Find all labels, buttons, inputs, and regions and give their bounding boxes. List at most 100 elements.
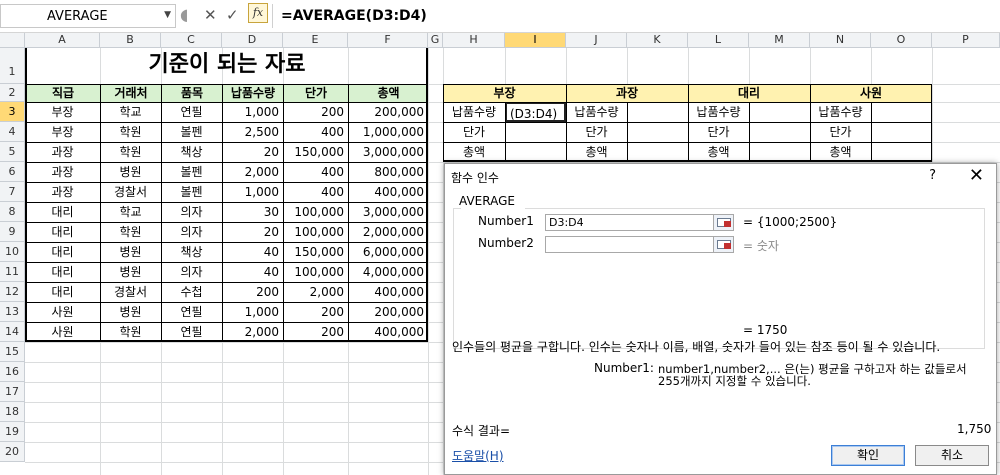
collapse-dialog-number2-button[interactable] [713, 236, 734, 253]
table-cell[interactable]: 부장 [25, 122, 100, 142]
table-cell[interactable]: 150,000 [283, 142, 348, 162]
table-cell[interactable]: 병원 [100, 242, 161, 262]
summary-group-header[interactable]: 대리 [688, 84, 810, 102]
table-header-cell[interactable]: 품목 [162, 85, 222, 102]
row-header-14[interactable]: 14 [0, 322, 25, 342]
row-header-7[interactable]: 7 [0, 182, 25, 202]
table-cell[interactable]: 대리 [25, 222, 100, 242]
table-cell[interactable]: 병원 [100, 302, 161, 322]
table-cell[interactable]: 부장 [25, 102, 100, 122]
table-cell[interactable]: 대리 [25, 242, 100, 262]
summary-row-label[interactable]: 단가 [443, 122, 505, 142]
row-header-15[interactable]: 15 [0, 342, 25, 362]
close-icon[interactable]: ✕ [969, 165, 984, 186]
row-header-8[interactable]: 8 [0, 202, 25, 222]
table-cell[interactable]: 학교 [100, 102, 161, 122]
table-cell[interactable]: 의자 [161, 262, 222, 282]
summary-row-label[interactable]: 총액 [443, 142, 505, 162]
summary-row-label[interactable]: 총액 [688, 142, 749, 162]
table-cell[interactable]: 사원 [25, 302, 100, 322]
table-cell[interactable]: 400 [283, 122, 348, 142]
table-cell[interactable]: 병원 [100, 262, 161, 282]
table-cell[interactable]: 연필 [161, 302, 222, 322]
table-header-cell[interactable]: 총액 [349, 85, 428, 102]
row-header-5[interactable]: 5 [0, 142, 25, 162]
table-cell[interactable]: 학원 [100, 322, 161, 342]
table-cell[interactable]: 1,000 [222, 102, 283, 122]
summary-row-label[interactable]: 단가 [566, 122, 627, 142]
table-cell[interactable]: 수첩 [161, 282, 222, 302]
table-cell[interactable]: 20 [222, 222, 283, 242]
table-cell[interactable]: 병원 [100, 162, 161, 182]
help-icon[interactable]: ? [929, 168, 936, 183]
summary-row-label[interactable]: 단가 [688, 122, 749, 142]
summary-row-label[interactable]: 납품수량 [566, 102, 627, 122]
table-cell[interactable]: 볼펜 [161, 122, 222, 142]
formula-input[interactable]: =AVERAGE(D3:D4) [272, 4, 1000, 28]
table-cell[interactable]: 150,000 [283, 242, 348, 262]
row-header-18[interactable]: 18 [0, 402, 25, 422]
column-header-a[interactable]: A [25, 33, 100, 48]
column-header-e[interactable]: E [283, 33, 348, 48]
column-header-m[interactable]: M [749, 33, 810, 48]
table-cell[interactable]: 200 [222, 282, 283, 302]
summary-group-header[interactable]: 과장 [566, 84, 688, 102]
table-cell[interactable]: 400,000 [348, 282, 428, 302]
table-cell[interactable]: 200,000 [348, 102, 428, 122]
select-all-corner[interactable] [0, 33, 25, 48]
column-header-c[interactable]: C [161, 33, 222, 48]
column-header-g[interactable]: G [428, 33, 443, 48]
table-cell[interactable]: 연필 [161, 322, 222, 342]
table-cell[interactable]: 2,500 [222, 122, 283, 142]
number2-input[interactable] [545, 236, 721, 253]
row-header-20[interactable]: 20 [0, 442, 25, 462]
column-header-h[interactable]: H [443, 33, 505, 48]
table-cell[interactable]: 400 [283, 162, 348, 182]
row-header-9[interactable]: 9 [0, 222, 25, 242]
table-cell[interactable]: 2,000 [222, 322, 283, 342]
table-header-cell[interactable]: 직급 [26, 85, 100, 102]
table-cell[interactable]: 사원 [25, 322, 100, 342]
row-header-12[interactable]: 12 [0, 282, 25, 302]
column-header-l[interactable]: L [688, 33, 749, 48]
row-header-4[interactable]: 4 [0, 122, 25, 142]
table-cell[interactable]: 4,000,000 [348, 262, 428, 282]
row-header-10[interactable]: 10 [0, 242, 25, 262]
table-cell[interactable]: 2,000 [222, 162, 283, 182]
table-header-cell[interactable]: 납품수량 [223, 85, 283, 102]
summary-row-label[interactable]: 납품수량 [688, 102, 749, 122]
column-header-f[interactable]: F [348, 33, 428, 48]
sheet-title[interactable]: 기준이 되는 자료 [26, 49, 428, 81]
table-cell[interactable]: 학원 [100, 142, 161, 162]
table-cell[interactable]: 책상 [161, 242, 222, 262]
table-cell[interactable]: 100,000 [283, 262, 348, 282]
summary-row-label[interactable]: 총액 [810, 142, 871, 162]
name-box[interactable]: AVERAGE ▼ [0, 4, 176, 28]
table-cell[interactable]: 200 [283, 102, 348, 122]
table-cell[interactable]: 과장 [25, 182, 100, 202]
column-header-j[interactable]: J [566, 33, 627, 48]
row-header-16[interactable]: 16 [0, 362, 25, 382]
enter-icon[interactable]: ✓ [226, 6, 239, 24]
row-header-13[interactable]: 13 [0, 302, 25, 322]
table-cell[interactable]: 40 [222, 242, 283, 262]
column-header-d[interactable]: D [222, 33, 283, 48]
table-cell[interactable]: 400 [283, 182, 348, 202]
summary-row-label[interactable]: 총액 [566, 142, 627, 162]
table-cell[interactable]: 200 [283, 322, 348, 342]
table-cell[interactable]: 의자 [161, 202, 222, 222]
number1-input[interactable]: D3:D4 [545, 214, 721, 231]
column-header-n[interactable]: N [810, 33, 871, 48]
summary-group-header[interactable]: 부장 [443, 84, 566, 102]
table-cell[interactable]: 20 [222, 142, 283, 162]
summary-group-header[interactable]: 사원 [810, 84, 932, 102]
row-header-17[interactable]: 17 [0, 382, 25, 402]
table-cell[interactable]: 과장 [25, 162, 100, 182]
collapse-dialog-number1-button[interactable] [713, 214, 734, 231]
table-cell[interactable]: 학원 [100, 122, 161, 142]
help-link[interactable]: 도움말(H) [452, 447, 504, 464]
cancel-icon[interactable]: ✕ [204, 6, 217, 24]
table-cell[interactable]: 1,000 [222, 302, 283, 322]
table-cell[interactable]: 2,000 [283, 282, 348, 302]
table-cell[interactable]: 30 [222, 202, 283, 222]
